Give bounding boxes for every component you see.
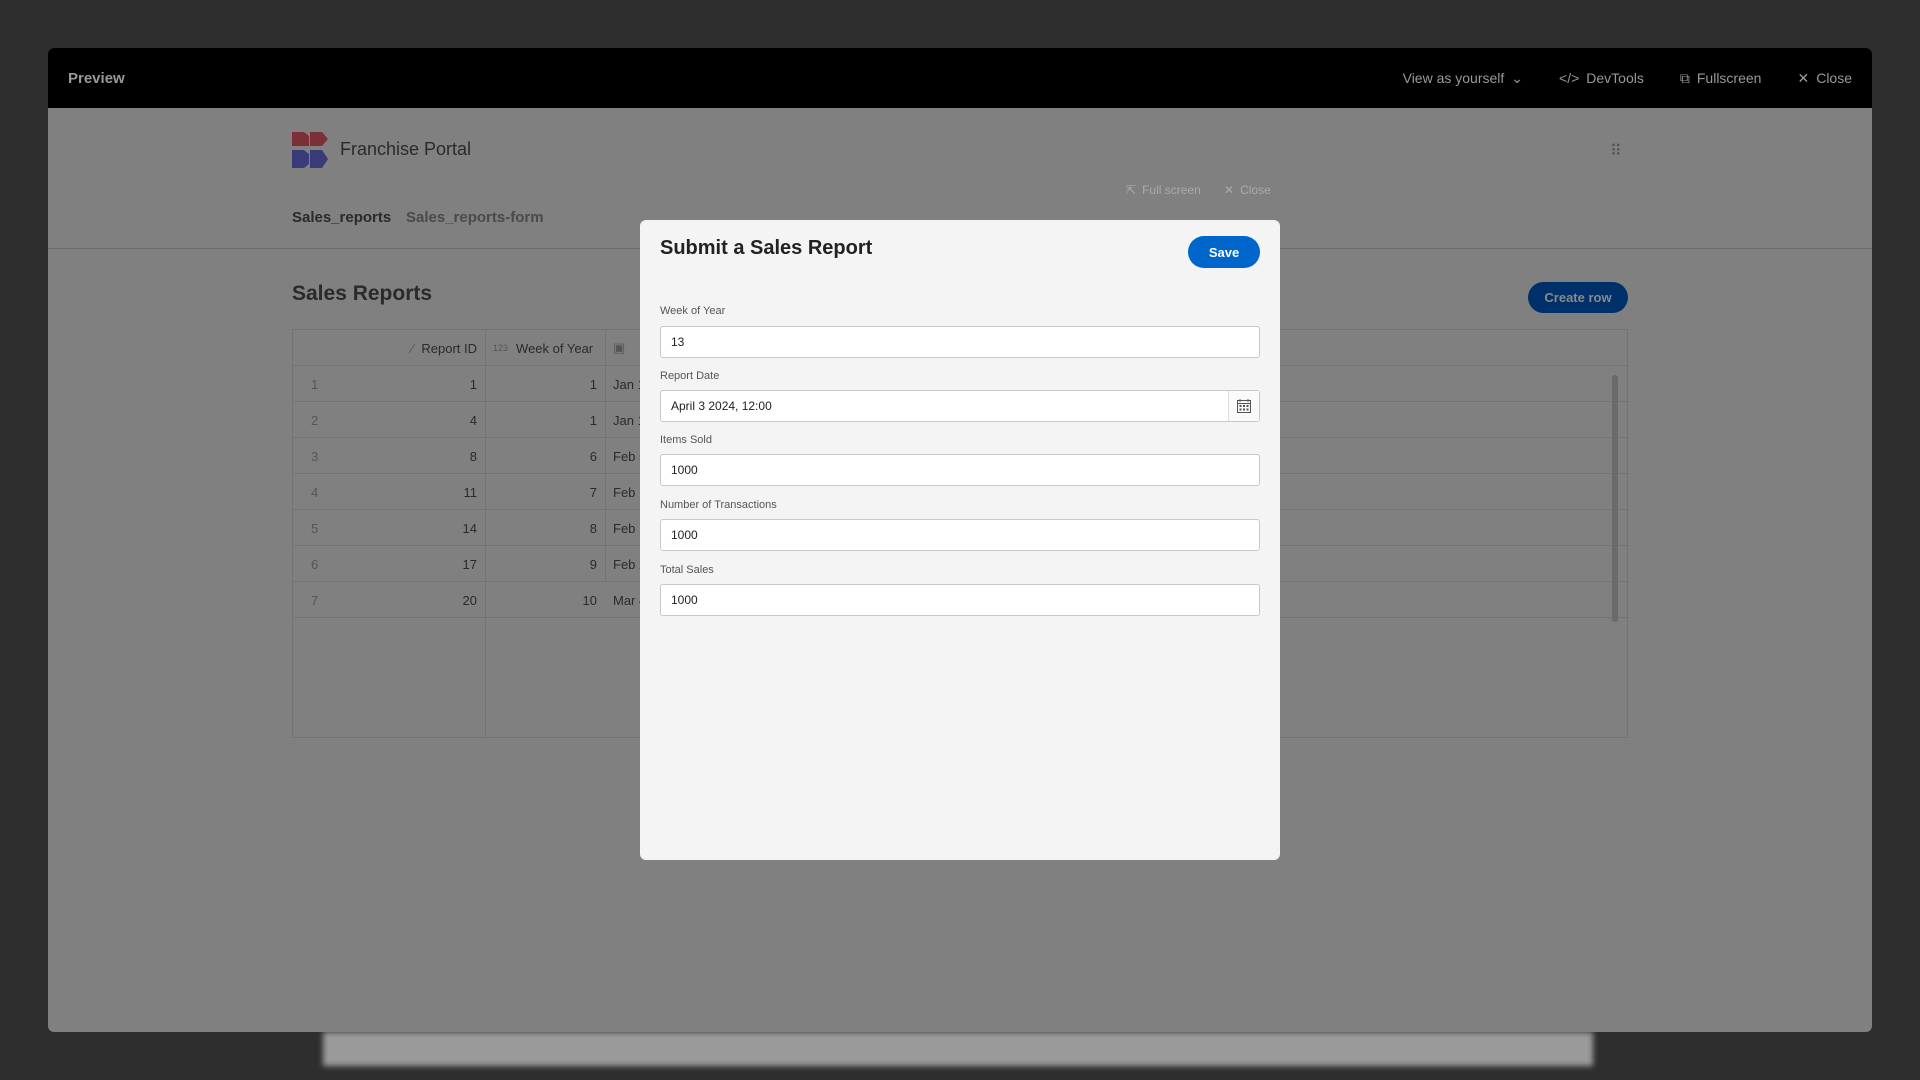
column-header-report-id[interactable]: ⁄ Report ID [373, 330, 477, 366]
close-icon: ✕ [1797, 69, 1810, 86]
column-label: Report ID [421, 340, 477, 356]
report-date-label: Report Date [660, 370, 720, 382]
app-close-label: Close [1240, 183, 1271, 197]
items-sold-label: Items Sold [660, 434, 712, 446]
week-cell[interactable]: 10 [493, 582, 597, 618]
report-id-cell[interactable]: 11 [373, 474, 478, 510]
row-number: 1 [311, 376, 319, 392]
magic-wand-icon: ⁄ [411, 340, 414, 356]
close-icon: ✕ [1224, 183, 1235, 197]
week-cell[interactable]: 8 [493, 510, 597, 546]
report-date-input[interactable]: April 3 2024, 12:00 [660, 390, 1260, 422]
report-id-cell[interactable]: 4 [373, 402, 477, 438]
column-header-date[interactable]: ▣ [613, 330, 625, 366]
total-sales-label: Total Sales [660, 564, 714, 576]
fullscreen-icon: ⇱ [1126, 183, 1137, 197]
app-name: Franchise Portal [340, 139, 472, 159]
row-number: 2 [311, 412, 319, 428]
apps-grid-icon[interactable]: ⠿ [1610, 141, 1622, 161]
items-sold-input[interactable]: 1000 [660, 454, 1260, 486]
close-preview-button[interactable]: ✕ Close [1797, 70, 1852, 87]
column-label: Week of Year [516, 340, 594, 356]
create-row-button[interactable]: Create row [1528, 282, 1628, 313]
report-date-value: April 3 2024, 12:00 [671, 399, 772, 413]
chevron-down-icon: ⌄ [1511, 69, 1524, 86]
code-icon: </> [1559, 70, 1580, 86]
fullscreen-button[interactable]: ⧉ Fullscreen [1680, 70, 1762, 87]
row-number: 5 [311, 520, 319, 536]
tab-sales-reports[interactable]: Sales_reports [292, 209, 391, 226]
week-cell[interactable]: 9 [493, 546, 597, 582]
calendar-icon[interactable] [1228, 391, 1259, 421]
number-of-transactions-label: Number of Transactions [660, 499, 777, 511]
app-logo [292, 132, 328, 168]
app-close-button[interactable]: ✕ Close [1224, 183, 1271, 197]
total-sales-input[interactable]: 1000 [660, 584, 1260, 616]
view-as-label: View as yourself [1402, 70, 1505, 86]
report-id-cell[interactable]: 20 [373, 582, 477, 618]
column-header-week-of-year[interactable]: 123 Week of Year [493, 330, 593, 366]
preview-title: Preview [68, 69, 125, 87]
report-id-cell[interactable]: 1 [373, 366, 477, 402]
table-scrollbar[interactable] [1612, 375, 1618, 622]
preview-header: Preview View as yourself ⌄ </> DevTools ⧉ F… [48, 48, 1872, 108]
save-button[interactable]: Save [1188, 236, 1260, 268]
report-id-cell[interactable]: 17 [373, 546, 477, 582]
week-cell[interactable]: 1 [493, 402, 597, 438]
week-of-year-input[interactable]: 13 [660, 326, 1260, 358]
report-id-cell[interactable]: 8 [373, 438, 477, 474]
external-link-icon: ⧉ [1679, 69, 1690, 86]
week-of-year-label: Week of Year [660, 305, 726, 317]
week-cell[interactable]: 6 [493, 438, 597, 474]
view-as-dropdown[interactable]: View as yourself ⌄ [1403, 70, 1523, 87]
number-of-transactions-input[interactable]: 1000 [660, 519, 1260, 551]
app-fullscreen-button[interactable]: ⇱ Full screen [1126, 183, 1201, 197]
report-id-cell[interactable]: 14 [373, 510, 477, 546]
devtools-label: DevTools [1586, 70, 1644, 86]
app-fullscreen-label: Full screen [1142, 183, 1201, 197]
modal-title: Submit a Sales Report [660, 237, 873, 259]
devtools-button[interactable]: </> DevTools [1559, 70, 1644, 86]
close-label: Close [1816, 70, 1852, 86]
calendar-icon: ▣ [613, 340, 626, 355]
fullscreen-label: Fullscreen [1696, 70, 1762, 86]
week-cell[interactable]: 7 [493, 474, 597, 510]
week-cell[interactable]: 1 [493, 366, 597, 402]
submit-sales-report-modal: Submit a Sales Report Save Week of Year … [640, 220, 1280, 860]
row-number: 6 [311, 556, 319, 572]
background-blurred-bar [323, 1032, 1593, 1066]
row-number: 7 [311, 592, 319, 608]
tab-sales-reports-form[interactable]: Sales_reports-form [406, 209, 544, 226]
row-number: 4 [311, 484, 319, 500]
page-title: Sales Reports [292, 282, 433, 305]
row-number: 3 [311, 448, 319, 464]
number-type-icon: 123 [493, 343, 509, 353]
